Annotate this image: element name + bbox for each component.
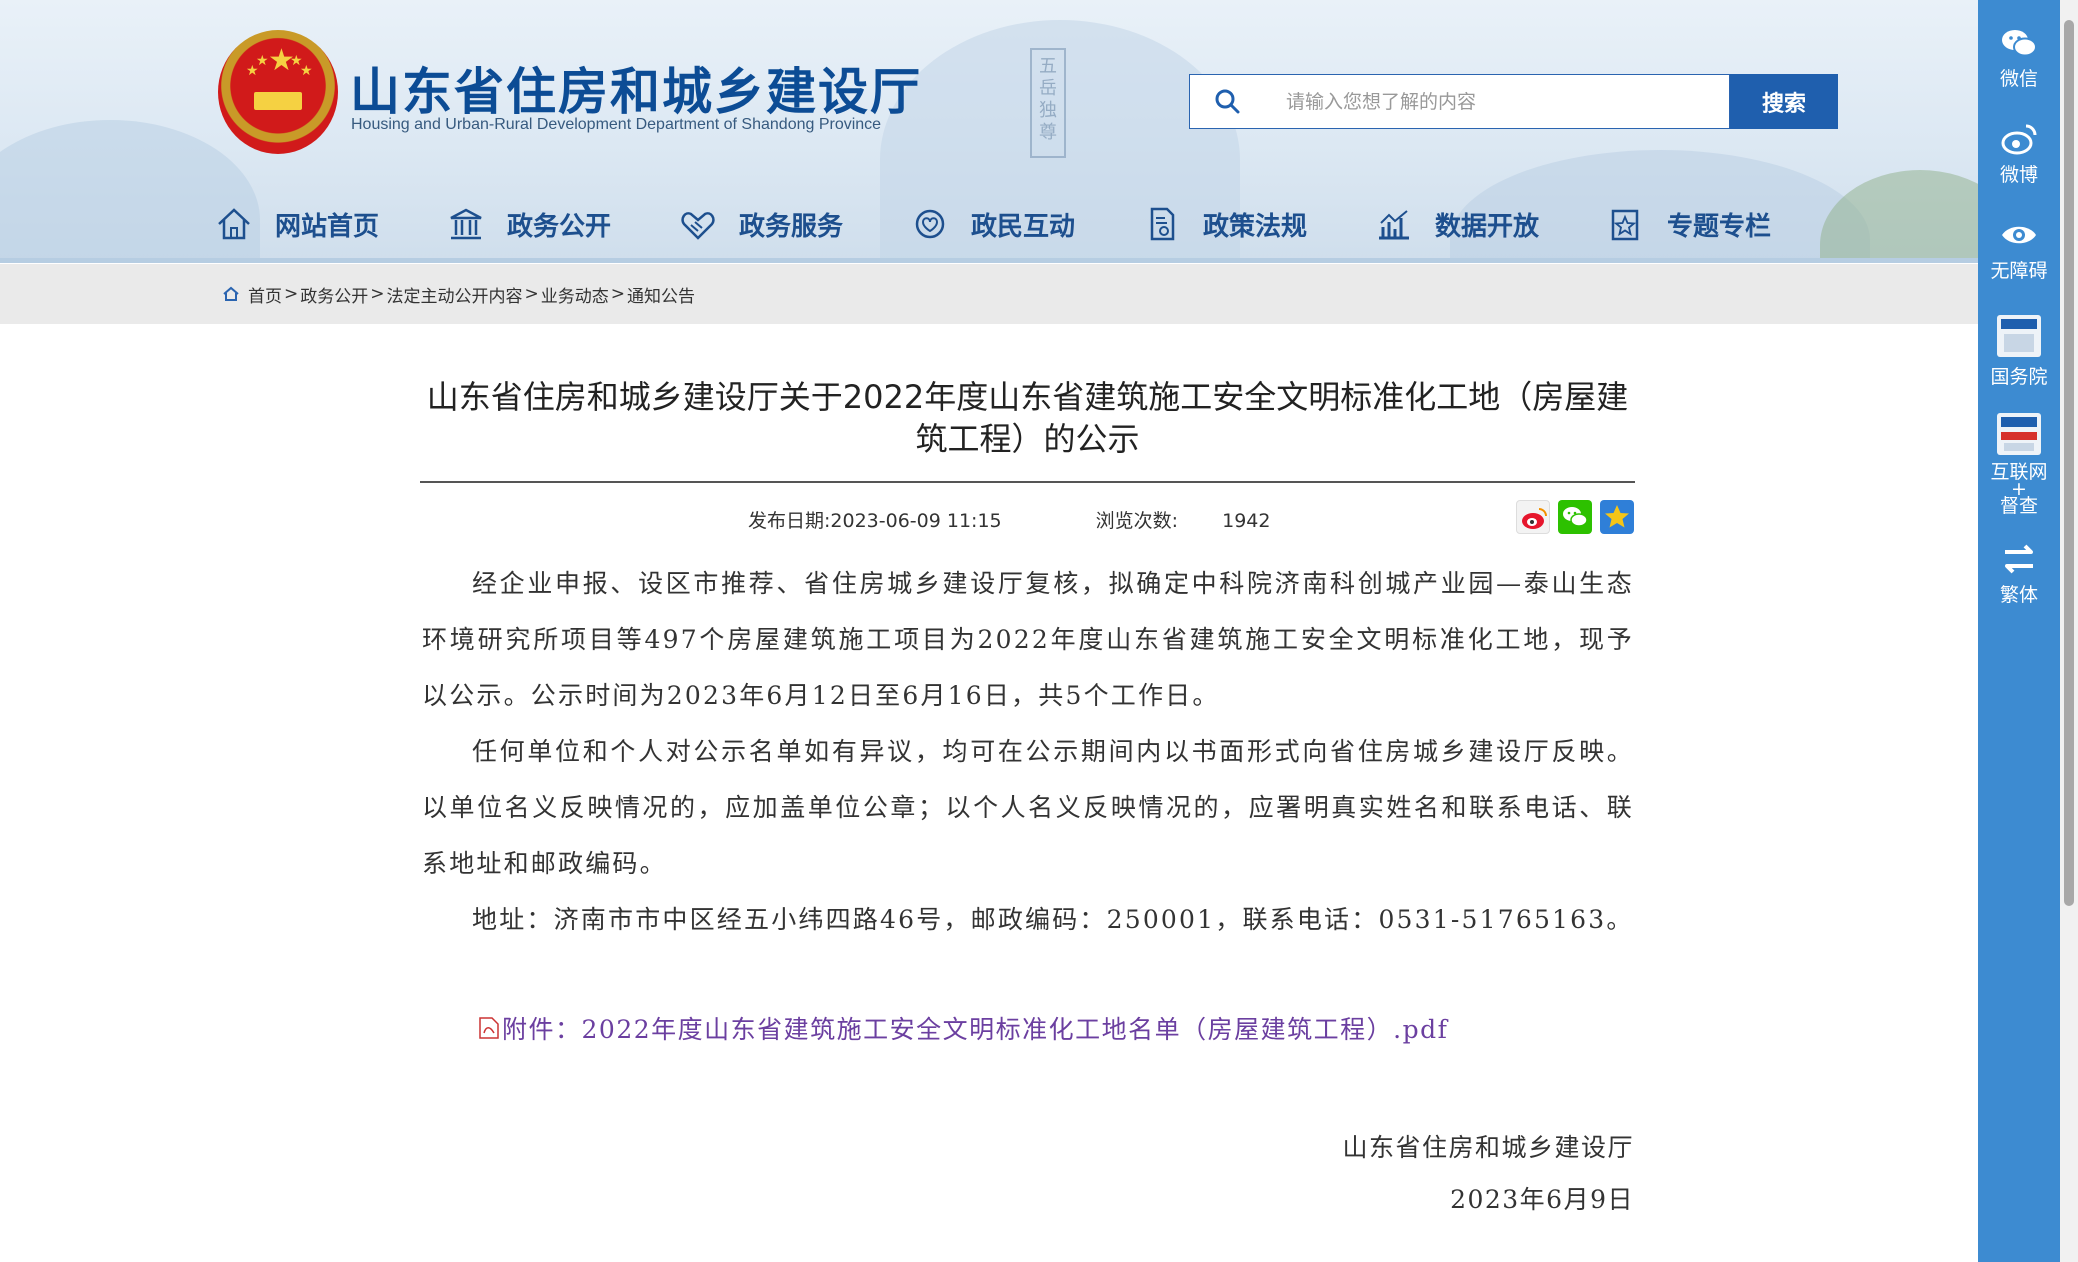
breadcrumb: 首页 > 政务公开 > 法定主动公开内容 > 业务动态 > 通知公告 — [222, 264, 695, 324]
signature: 山东省住房和城乡建设厅 2023年6月9日 — [1342, 1122, 1634, 1226]
nav-item-home[interactable]: 网站首页 — [215, 196, 447, 252]
page-scrollbar[interactable] — [2060, 0, 2078, 1262]
site-title[interactable]: 山东省住房和城乡建设厅 — [350, 52, 922, 124]
breadcrumb-link-government-affairs[interactable]: 政务公开 — [300, 282, 368, 307]
article-paragraph: 任何单位和个人对公示名单如有异议，均可在公示期间内以书面形式向省住房城乡建设厅反… — [422, 737, 1634, 878]
pdf-icon — [479, 1017, 499, 1039]
wechat-icon — [2002, 30, 2037, 57]
search-input[interactable] — [1286, 83, 1706, 121]
breadcrumb-separator: > — [610, 284, 625, 304]
nav-label: 政务服务 — [739, 211, 844, 242]
attachment-link[interactable]: 2022年度山东省建筑施工安全文明标准化工地名单（房屋建筑工程）.pdf — [582, 1010, 1449, 1046]
main-nav: 网站首页 政务公开 政务服务 政民互动 政策法规 数据开放 专题专栏 — [215, 196, 1839, 252]
search-box — [1189, 74, 1730, 129]
publish-date: 发布日期:2023-06-09 11:15 — [748, 510, 1002, 532]
article-paragraph: 经企业申报、设区市推荐、省住房城乡建设厅复核，拟确定中科院济南科创城产业园—泰山… — [422, 569, 1634, 710]
sidebar-label: 微博 — [1999, 164, 2038, 186]
article-paragraph: 地址：济南市市中区经五小纬四路46号，邮政编码：250001，联系电话：0531… — [472, 905, 1634, 934]
interaction-icon — [915, 209, 945, 239]
nav-label: 数据开放 — [1435, 211, 1540, 242]
nav-item-open-data[interactable]: 数据开放 — [1375, 196, 1607, 252]
signature-org: 山东省住房和城乡建设厅 — [1342, 1133, 1634, 1162]
article-title: 山东省住房和城乡建设厅关于2022年度山东省建筑施工安全文明标准化工地（房屋建筑… — [426, 378, 1629, 458]
nav-item-government-affairs[interactable]: 政务公开 — [447, 196, 679, 252]
weibo-share-icon[interactable] — [1516, 500, 1550, 534]
breadcrumb-link-statutory-content[interactable]: 法定主动公开内容 — [387, 282, 523, 307]
accessibility-eye-icon — [2002, 226, 2036, 244]
scrollbar-thumb[interactable] — [2064, 20, 2074, 906]
sidebar-label: 国务院 — [1990, 366, 2048, 388]
sidebar-item-internet-supervision[interactable]: 互联网 + 督查 — [1978, 412, 2060, 517]
breadcrumb-link-notices[interactable]: 通知公告 — [627, 282, 695, 307]
site-subtitle: Housing and Urban-Rural Development Depa… — [351, 116, 882, 133]
site-header: 五岳独尊 ★ ★ ★ ★ ★ 山东省住房和城乡建设厅 Housing and U… — [0, 0, 1978, 263]
attachment-prefix: 附件： — [502, 1015, 582, 1044]
nav-label: 网站首页 — [275, 211, 380, 242]
floating-sidebar: 微信 微博 无障碍 国务院 互联网 + 督查 繁体 — [1978, 0, 2060, 1262]
sidebar-item-weibo[interactable]: 微博 — [1978, 122, 2060, 187]
government-building-icon — [450, 208, 482, 240]
nav-label: 专题专栏 — [1667, 211, 1772, 242]
header-divider — [0, 258, 1978, 263]
breadcrumb-link-home[interactable]: 首页 — [248, 282, 282, 307]
nav-label: 政策法规 — [1203, 211, 1308, 242]
weibo-icon — [2001, 124, 2037, 155]
nav-label: 政务公开 — [507, 211, 612, 242]
breadcrumb-separator: > — [370, 284, 385, 304]
breadcrumb-separator: > — [284, 284, 299, 304]
sidebar-label: 无障碍 — [1990, 260, 2048, 282]
views-count: 1942 — [1222, 510, 1271, 532]
share-buttons — [1516, 500, 1634, 534]
handshake-icon — [681, 212, 715, 240]
state-council-icon — [1997, 315, 2041, 357]
sidebar-label: 微信 — [1999, 68, 2038, 90]
national-emblem-logo[interactable]: ★ ★ ★ ★ ★ — [218, 30, 338, 154]
sidebar-item-traditional-chinese[interactable]: 繁体 — [1978, 542, 2060, 607]
article-body: 经企业申报、设区市推荐、省住房城乡建设厅复核，拟确定中科院济南科创城产业园—泰山… — [422, 556, 1634, 948]
home-icon — [218, 208, 250, 240]
attachment: 附件： 2022年度山东省建筑施工安全文明标准化工地名单（房屋建筑工程）.pdf — [478, 1010, 1448, 1046]
favorite-star-icon[interactable] — [1600, 500, 1634, 534]
title-divider — [420, 481, 1635, 483]
search-icon — [1215, 89, 1240, 114]
sidebar-item-accessibility[interactable]: 无障碍 — [1978, 218, 2060, 283]
home-icon — [223, 286, 239, 301]
seal-decoration: 五岳独尊 — [1030, 48, 1066, 158]
nav-item-special-topics[interactable]: 专题专栏 — [1607, 196, 1839, 252]
search-button[interactable]: 搜索 — [1730, 74, 1838, 129]
pine-decoration — [1820, 170, 1978, 263]
traditional-chinese-switch-icon — [2005, 544, 2033, 574]
topic-star-icon — [1611, 209, 1639, 241]
breadcrumb-link-business-news[interactable]: 业务动态 — [541, 282, 609, 307]
nav-item-policies[interactable]: 政策法规 — [1143, 196, 1375, 252]
policy-document-icon — [1150, 207, 1175, 241]
data-chart-icon — [1379, 210, 1409, 240]
views-label: 浏览次数: — [1095, 510, 1179, 532]
wechat-share-icon[interactable] — [1558, 500, 1592, 534]
sidebar-label: 繁体 — [1999, 584, 2038, 606]
nav-item-government-services[interactable]: 政务服务 — [679, 196, 911, 252]
sidebar-item-wechat[interactable]: 微信 — [1978, 26, 2060, 91]
nav-item-public-interaction[interactable]: 政民互动 — [911, 196, 1143, 252]
signature-date: 2023年6月9日 — [1450, 1185, 1634, 1214]
sidebar-item-state-council[interactable]: 国务院 — [1978, 314, 2060, 389]
sidebar-label: 督查 — [1999, 495, 2038, 517]
article-meta: 发布日期:2023-06-09 11:15 浏览次数: 1942 — [748, 506, 1270, 533]
nav-label: 政民互动 — [971, 211, 1076, 242]
internet-supervision-icon — [1997, 413, 2041, 455]
breadcrumb-bar: 首页 > 政务公开 > 法定主动公开内容 > 业务动态 > 通知公告 — [0, 264, 1978, 324]
breadcrumb-separator: > — [524, 284, 539, 304]
